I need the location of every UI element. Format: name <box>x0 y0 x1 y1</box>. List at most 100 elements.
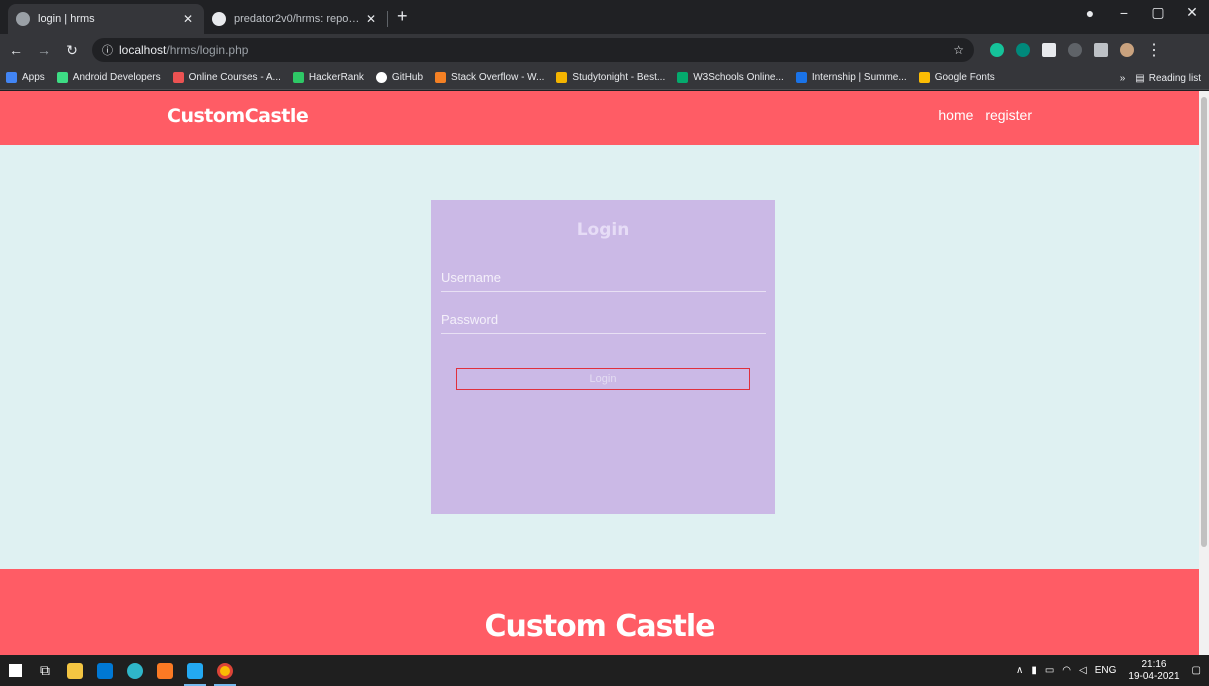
more-bookmarks-button[interactable]: » <box>1120 73 1126 84</box>
system-tray: ∧ ▮ ▭ ◠ ◁ ENG 21:16 19-04-2021 ▢ <box>1012 655 1209 686</box>
color-picker-extension-icon[interactable] <box>1042 43 1056 57</box>
reading-list-icon: ▤ <box>1135 72 1145 84</box>
github-favicon-icon <box>212 12 226 26</box>
chrome-favicon-icon <box>16 12 30 26</box>
login-card: Login Login <box>431 200 775 514</box>
page-viewport: CustomCastle home register Login Login C… <box>0 91 1199 655</box>
avatar[interactable] <box>1120 43 1134 57</box>
bookmark-udemy[interactable]: Online Courses - A... <box>172 72 281 83</box>
scrollbar-thumb[interactable] <box>1201 97 1207 547</box>
google-fonts-icon <box>918 72 930 83</box>
bookmark-apps[interactable]: Apps <box>6 72 45 83</box>
udemy-icon <box>172 72 184 83</box>
android-icon <box>56 72 68 83</box>
nav-register-link[interactable]: register <box>985 107 1032 123</box>
chrome-taskbar-icon[interactable] <box>210 655 240 686</box>
bookmark-label: HackerRank <box>308 72 364 83</box>
windows-start-icon[interactable] <box>0 655 30 686</box>
tab-title: login | hrms <box>38 13 95 25</box>
bookmark-studytonight[interactable]: Studytonight - Best... <box>556 72 665 83</box>
chevron-up-icon[interactable]: ∧ <box>1016 665 1023 676</box>
site-info-icon[interactable]: ⓘ <box>102 42 113 58</box>
bookmark-internshala[interactable]: Internship | Summe... <box>795 72 907 83</box>
close-tab-icon[interactable]: ✕ <box>363 12 379 26</box>
nav-home-link[interactable]: home <box>938 107 973 123</box>
battery-icon[interactable]: ▭ <box>1045 665 1054 676</box>
forward-arrow-icon[interactable]: → <box>32 42 56 58</box>
profile-icon[interactable]: ● <box>1073 5 1107 21</box>
bookmark-label: Google Fonts <box>934 72 995 83</box>
file-explorer-icon[interactable] <box>60 655 90 686</box>
bookmark-github[interactable]: GitHub <box>375 72 424 83</box>
edge-icon[interactable] <box>120 655 150 686</box>
reading-list-button[interactable]: Reading list <box>1149 73 1201 84</box>
footer-title: Custom Castle <box>484 609 716 644</box>
clock-date: 19-04-2021 <box>1128 670 1180 682</box>
clock-time: 21:16 <box>1141 658 1167 670</box>
stackoverflow-icon <box>435 72 447 83</box>
site-brand[interactable]: CustomCastle <box>167 105 309 127</box>
bookmark-star-icon[interactable]: ☆ <box>953 43 964 57</box>
browser-toolbar: ← → ↻ ⓘ localhost/hrms/login.php ☆ ⋮ <box>0 34 1209 66</box>
tab-divider <box>387 11 388 27</box>
bookmarks-right: » ▤ Reading list <box>1120 66 1201 90</box>
site-nav: home register <box>930 107 1032 123</box>
page-scrollbar[interactable] <box>1199 91 1209 655</box>
maximize-button[interactable]: ▢ <box>1141 4 1175 21</box>
browser-tab-bar: login | hrms ✕ predator2v0/hrms: reposit… <box>0 0 1209 34</box>
language-indicator[interactable]: ENG <box>1095 665 1117 676</box>
site-footer: Custom Castle <box>0 569 1199 655</box>
site-header: CustomCastle home register <box>0 91 1199 145</box>
bookmark-label: Studytonight - Best... <box>572 72 666 83</box>
address-bar[interactable]: ⓘ localhost/hrms/login.php ☆ <box>92 38 974 62</box>
password-input[interactable] <box>441 306 766 334</box>
address-host: localhost <box>119 43 167 57</box>
grammarly-extension-icon[interactable] <box>990 43 1004 57</box>
volume-icon[interactable]: ◁ <box>1079 665 1087 676</box>
meet-extension-icon[interactable] <box>1016 43 1030 57</box>
login-title: Login <box>576 220 630 240</box>
close-tab-icon[interactable]: ✕ <box>180 12 196 26</box>
bookmark-label: Internship | Summe... <box>811 72 907 83</box>
windows-taskbar: ⧉ ∧ ▮ ▭ ◠ ◁ ENG 21:16 19-04-2021 ▢ <box>0 655 1209 686</box>
github-icon <box>375 72 387 83</box>
xampp-icon[interactable] <box>150 655 180 686</box>
bookmark-label: Android Developers <box>72 72 161 83</box>
tab-github[interactable]: predator2v0/hrms: repository for ✕ <box>204 4 387 34</box>
bookmark-label: Apps <box>22 72 45 83</box>
notification-icon[interactable]: ▢ <box>1192 665 1201 676</box>
login-button[interactable]: Login <box>456 368 750 390</box>
vscode-icon[interactable] <box>180 655 210 686</box>
task-view-icon[interactable]: ⧉ <box>30 655 60 686</box>
window-controls: ● − ▢ ✕ <box>1073 4 1209 21</box>
reload-icon[interactable]: ↻ <box>60 42 84 59</box>
address-path: /hrms/login.php <box>166 43 249 57</box>
minimize-button[interactable]: − <box>1107 5 1141 21</box>
tab-title: predator2v0/hrms: repository for <box>234 13 363 25</box>
apps-grid-icon <box>6 72 17 83</box>
tab-login[interactable]: login | hrms ✕ <box>8 4 204 34</box>
bookmark-hackerrank[interactable]: HackerRank <box>292 72 364 83</box>
bookmarks-bar: Apps Android Developers Online Courses -… <box>0 66 1209 90</box>
new-tab-button[interactable]: + <box>397 6 408 27</box>
chrome-menu-icon[interactable]: ⋮ <box>1146 40 1162 60</box>
bookmark-stackoverflow[interactable]: Stack Overflow - W... <box>435 72 544 83</box>
microphone-icon[interactable]: ▮ <box>1031 665 1037 676</box>
bookmark-label: W3Schools Online... <box>693 72 784 83</box>
mail-icon[interactable] <box>90 655 120 686</box>
studytonight-icon <box>556 72 568 83</box>
back-arrow-icon[interactable]: ← <box>4 42 28 58</box>
bookmark-w3schools[interactable]: W3Schools Online... <box>677 72 784 83</box>
bookmark-label: Online Courses - A... <box>188 72 281 83</box>
clock[interactable]: 21:16 19-04-2021 <box>1128 659 1179 683</box>
hackerrank-icon <box>292 72 304 83</box>
extensions-puzzle-icon[interactable] <box>1094 43 1108 57</box>
extensions-area: ⋮ <box>984 40 1162 60</box>
bookmark-google-fonts[interactable]: Google Fonts <box>918 72 995 83</box>
bookmark-android[interactable]: Android Developers <box>56 72 161 83</box>
wifi-icon[interactable]: ◠ <box>1062 665 1071 676</box>
font-extension-icon[interactable] <box>1068 43 1082 57</box>
bookmark-label: GitHub <box>391 72 424 83</box>
username-input[interactable] <box>441 264 766 292</box>
close-window-button[interactable]: ✕ <box>1175 4 1209 21</box>
